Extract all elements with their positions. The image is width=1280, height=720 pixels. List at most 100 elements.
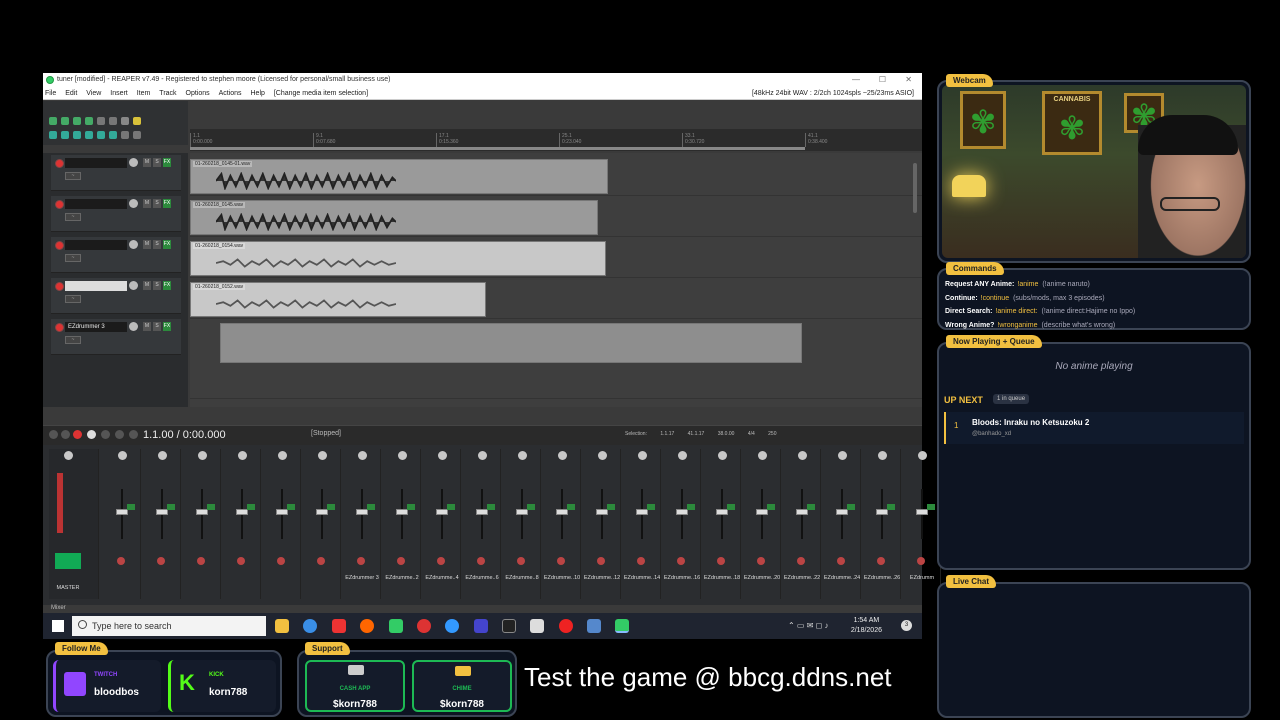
mixer-strip[interactable]: EZdrumme..14 [623, 449, 661, 599]
record-arm-icon[interactable] [837, 557, 845, 565]
notification-icon[interactable]: 3 [901, 620, 912, 631]
record-arm-icon[interactable] [877, 557, 885, 565]
pan-knob[interactable] [758, 451, 767, 460]
fx-button[interactable] [327, 504, 335, 510]
record-arm-icon[interactable] [757, 557, 765, 565]
master-strip[interactable]: MASTER [49, 449, 99, 599]
fx-button[interactable] [447, 504, 455, 510]
mute-button[interactable]: M [143, 322, 151, 331]
audio-status[interactable]: [48kHz 24bit WAV : 2/2ch 1024spls ~25/23… [752, 87, 914, 100]
new-project-icon[interactable] [49, 117, 57, 125]
lock-icon[interactable] [133, 117, 141, 125]
track-header[interactable]: M S FX ~ [51, 155, 181, 191]
mixer-tab[interactable]: Mixer [51, 605, 66, 611]
play-position[interactable]: 1.1.00 / 0:00.000 [143, 429, 226, 441]
time-selection-bar[interactable] [190, 147, 805, 150]
track-header[interactable]: EZdrummer 3 M S FX ~ [51, 319, 181, 355]
media-item[interactable]: 01-260218_0152.wav [190, 282, 486, 317]
minimize-icon[interactable]: — [852, 73, 860, 87]
pan-knob[interactable] [118, 451, 127, 460]
volume-knob[interactable] [129, 322, 138, 331]
edge-icon[interactable] [303, 619, 317, 633]
record-arm-icon[interactable] [597, 557, 605, 565]
pan-knob[interactable] [478, 451, 487, 460]
record-arm-icon[interactable] [397, 557, 405, 565]
fx-button[interactable] [887, 504, 895, 510]
fx-button[interactable]: FX [163, 281, 171, 290]
tray-icons[interactable]: ⌃ ▭ ✉ ◻ ♪ [788, 621, 829, 630]
pan-knob[interactable] [358, 451, 367, 460]
close-icon[interactable]: ✕ [905, 73, 912, 87]
windows-start-icon[interactable] [52, 620, 64, 632]
volume-knob[interactable] [129, 240, 138, 249]
menu-options[interactable]: Options [186, 90, 210, 97]
fx-button[interactable] [367, 504, 375, 510]
pan-knob[interactable] [678, 451, 687, 460]
fx-button[interactable] [727, 504, 735, 510]
pan-knob[interactable] [598, 451, 607, 460]
mixer-strip[interactable]: EZdrumme..6 [463, 449, 501, 599]
automation-icon[interactable]: ~ [65, 213, 81, 221]
mixer-strip[interactable]: EZdrumme..8 [503, 449, 541, 599]
record-arm-icon[interactable] [237, 557, 245, 565]
mixer-strip[interactable]: EZdrumme..16 [663, 449, 701, 599]
solo-button[interactable]: S [153, 158, 161, 167]
mute-button[interactable]: M [143, 281, 151, 290]
automation-icon[interactable]: ~ [65, 172, 81, 180]
mixer-strip[interactable]: EZdrumme..24 [823, 449, 861, 599]
volume-knob[interactable] [129, 199, 138, 208]
ripple-edit-icon[interactable] [61, 131, 69, 139]
record-arm-icon[interactable] [117, 557, 125, 565]
mute-button[interactable]: M [143, 199, 151, 208]
pan-knob[interactable] [518, 451, 527, 460]
media-item[interactable]: 01-260218_0145-01.wav [190, 159, 608, 194]
snap-icon[interactable] [73, 131, 81, 139]
fx-button[interactable] [607, 504, 615, 510]
mixer-strip[interactable] [183, 449, 221, 599]
stop-icon[interactable] [61, 430, 70, 439]
fx-button[interactable] [247, 504, 255, 510]
midi-item[interactable] [220, 323, 802, 363]
solo-button[interactable]: S [153, 199, 161, 208]
selection-start[interactable]: 1.1.17 [660, 431, 674, 437]
solo-button[interactable]: S [153, 240, 161, 249]
pan-knob[interactable] [438, 451, 447, 460]
firefox-icon[interactable] [360, 619, 374, 633]
track-name[interactable] [65, 281, 127, 291]
track-header[interactable]: M S FX ~ [51, 278, 181, 314]
track-header[interactable]: M S FX ~ [51, 237, 181, 273]
record-arm-icon[interactable] [55, 159, 64, 168]
go-to-end-icon[interactable] [115, 430, 124, 439]
menu-view[interactable]: View [86, 90, 101, 97]
record-arm-icon[interactable] [797, 557, 805, 565]
loop-icon[interactable] [129, 430, 138, 439]
automation-icon[interactable]: ~ [65, 254, 81, 262]
pan-knob[interactable] [238, 451, 247, 460]
selection-end[interactable]: 41.1.17 [688, 431, 705, 437]
crossfade-icon[interactable] [109, 131, 117, 139]
mixer-strip[interactable]: EZdrumme..22 [783, 449, 821, 599]
automation-icon[interactable]: ~ [65, 336, 81, 344]
record-arm-icon[interactable] [917, 557, 925, 565]
mixer-strip[interactable]: EZdrumme..10 [543, 449, 581, 599]
track-name[interactable] [65, 199, 127, 209]
mixer-strip[interactable]: EZdrummer 3 [343, 449, 381, 599]
solo-button[interactable]: S [153, 281, 161, 290]
taskbar-clock[interactable]: 1:54 AM 2/18/2026 [851, 616, 882, 636]
voicemeeter-icon[interactable] [332, 619, 346, 633]
pan-knob[interactable] [318, 451, 327, 460]
record-arm-icon[interactable] [717, 557, 725, 565]
envelope-icon[interactable] [85, 131, 93, 139]
window-titlebar[interactable]: tuner [modified] - REAPER v7.49 - Regist… [43, 73, 922, 87]
mixer-strip[interactable]: EZdrumm [903, 449, 941, 599]
mute-button[interactable]: M [143, 158, 151, 167]
fx-button[interactable]: FX [163, 322, 171, 331]
fx-button[interactable]: FX [163, 158, 171, 167]
mixer-strip[interactable]: EZdrumme..20 [743, 449, 781, 599]
open-project-icon[interactable] [61, 117, 69, 125]
redo-icon[interactable] [109, 117, 117, 125]
fx-button[interactable] [287, 504, 295, 510]
go-to-start-icon[interactable] [49, 430, 58, 439]
maximize-icon[interactable]: ☐ [879, 73, 886, 87]
pan-knob[interactable] [198, 451, 207, 460]
